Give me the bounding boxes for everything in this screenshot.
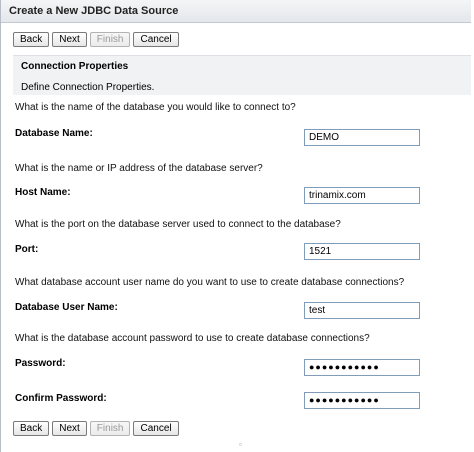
data-source-wizard-page: Create a New JDBC Data Source Back Next Fi…	[0, 0, 471, 452]
top-button-bar: Back Next Finish Cancel	[13, 32, 182, 48]
title-bar: Create a New JDBC Data Source	[1, 0, 471, 23]
user-name-input[interactable]: test	[304, 302, 420, 319]
bottom-button-bar: Back Next Finish Cancel	[13, 421, 182, 437]
page-title: Create a New JDBC Data Source	[9, 5, 179, 17]
user-name-label: Database User Name:	[15, 302, 118, 313]
finish-button-bottom[interactable]: Finish	[89, 421, 131, 436]
database-name-label: Database Name:	[15, 128, 93, 139]
back-button-bottom[interactable]: Back	[13, 421, 50, 436]
next-button-top[interactable]: Next	[52, 32, 87, 47]
host-name-input[interactable]: trinamix.com	[304, 187, 420, 204]
section-description: Define Connection Properties.	[21, 82, 155, 93]
cancel-button-bottom[interactable]: Cancel	[133, 421, 179, 436]
cancel-button-top[interactable]: Cancel	[133, 32, 179, 47]
connection-properties-section: Connection Properties Define Connection …	[13, 55, 471, 95]
confirm-password-label: Confirm Password:	[15, 393, 107, 404]
finish-button-top[interactable]: Finish	[89, 32, 131, 47]
host-name-question: What is the name or IP address of the da…	[15, 163, 263, 174]
password-label: Password:	[15, 358, 66, 369]
port-input[interactable]: 1521	[304, 243, 420, 260]
next-button-bottom[interactable]: Next	[52, 421, 87, 436]
page-marker-icon: ▫	[239, 440, 242, 449]
database-name-question: What is the name of the database you wou…	[15, 102, 296, 113]
database-name-input[interactable]: DEMO	[304, 129, 420, 146]
password-question: What is the database account password to…	[15, 333, 370, 344]
back-button-top[interactable]: Back	[13, 32, 50, 47]
user-name-question: What database account user name do you w…	[15, 277, 405, 288]
port-label: Port:	[15, 244, 39, 255]
password-input[interactable]: ●●●●●●●●●●●	[304, 359, 420, 376]
port-question: What is the port on the database server …	[15, 219, 341, 230]
section-heading: Connection Properties	[21, 61, 129, 72]
host-name-label: Host Name:	[15, 187, 71, 198]
confirm-password-input[interactable]: ●●●●●●●●●●●	[304, 392, 420, 409]
